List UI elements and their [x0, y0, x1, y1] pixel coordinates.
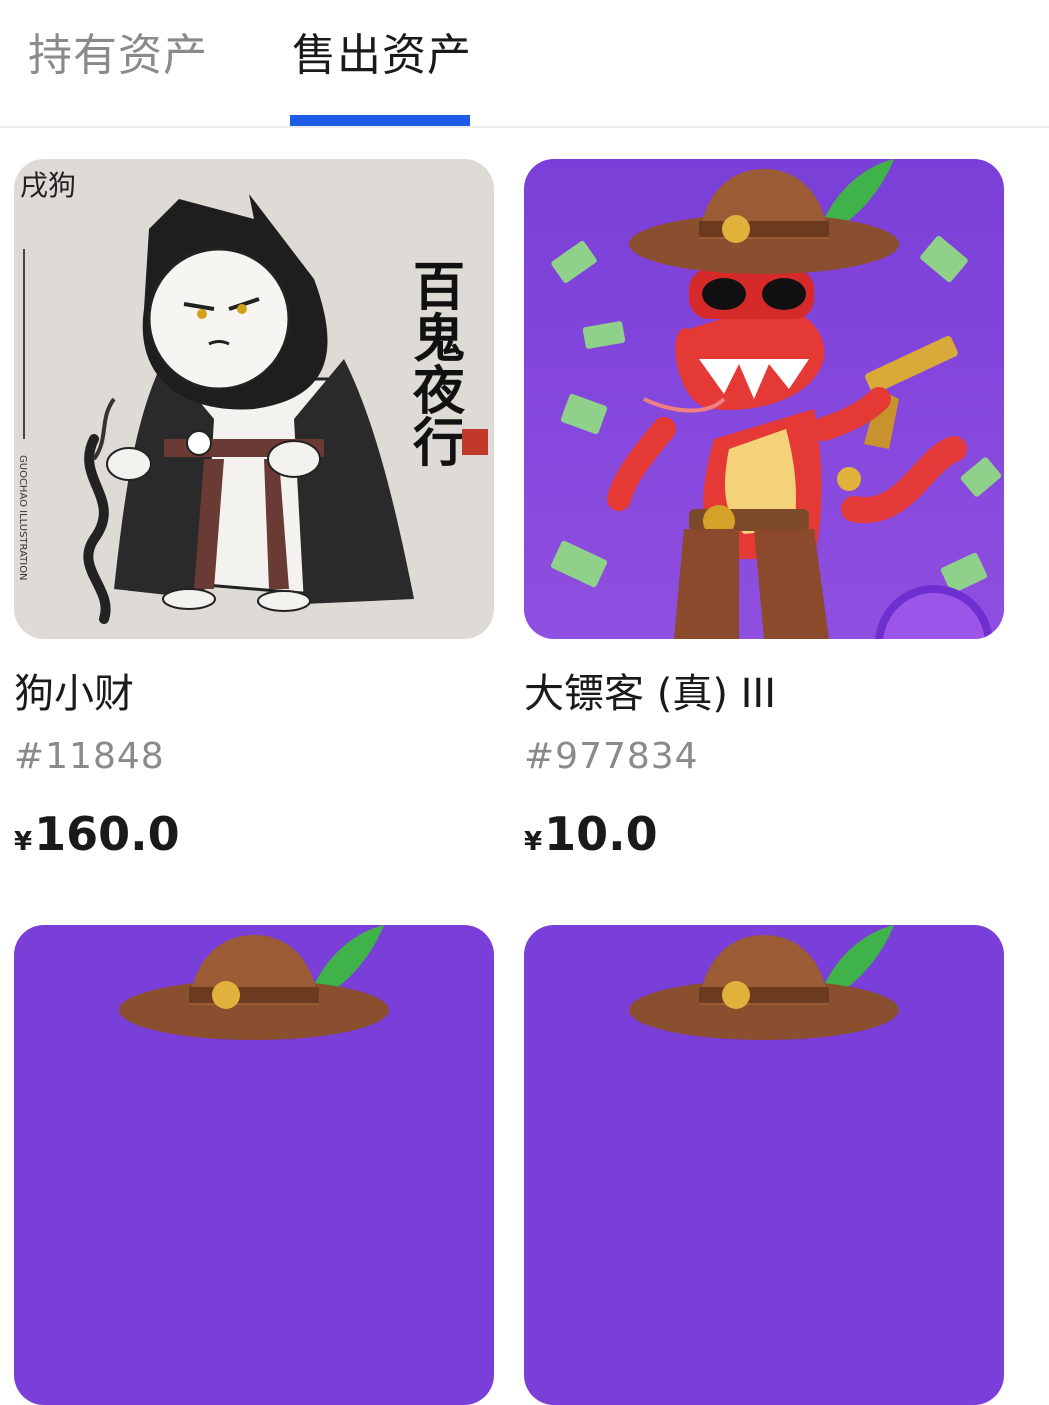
asset-tabs: 持有资产 售出资产	[0, 0, 1049, 128]
asset-image-snake[interactable]	[14, 925, 494, 1405]
asset-name: 狗小财	[14, 671, 134, 717]
asset-price: ¥10.0	[524, 807, 1004, 863]
tab-sold-assets[interactable]: 售出资产	[292, 28, 472, 84]
currency-symbol: ¥	[14, 827, 33, 857]
price-amount: 10.0	[544, 807, 658, 861]
cowboy-snake-illustration	[14, 925, 494, 1405]
asset-image-cat[interactable]: 戌狗 GUOCHAO ILLUSTRATION 百鬼夜行	[14, 159, 494, 639]
asset-serial: #977834	[524, 736, 699, 777]
tab-holding-assets[interactable]: 持有资产	[28, 28, 208, 84]
cowboy-snake-illustration	[524, 925, 1004, 1405]
asset-card[interactable]	[524, 925, 1004, 1405]
image-text-guochao: GUOCHAO ILLUSTRATION	[17, 455, 28, 581]
asset-image-snake[interactable]	[524, 925, 1004, 1405]
image-text-baiguiyexing: 百鬼夜行	[404, 259, 466, 467]
price-amount: 160.0	[34, 807, 180, 861]
currency-symbol: ¥	[524, 827, 543, 857]
asset-image-snake[interactable]	[524, 159, 1004, 639]
asset-price: ¥160.0	[14, 807, 494, 863]
asset-card[interactable]: 大镖客 (真) III #977834 ¥10.0	[524, 159, 1004, 863]
asset-name: 大镖客 (真) III	[524, 671, 777, 717]
cat-illustration: 戌狗 GUOCHAO ILLUSTRATION 百鬼夜行	[14, 159, 494, 639]
asset-card[interactable]	[14, 925, 494, 1405]
image-text-xugou: 戌狗	[20, 169, 76, 202]
asset-serial: #11848	[14, 736, 165, 777]
asset-card[interactable]: 戌狗 GUOCHAO ILLUSTRATION 百鬼夜行 狗小财 #11848 …	[14, 159, 494, 863]
cowboy-snake-illustration	[524, 159, 1004, 639]
active-tab-indicator	[290, 115, 470, 126]
